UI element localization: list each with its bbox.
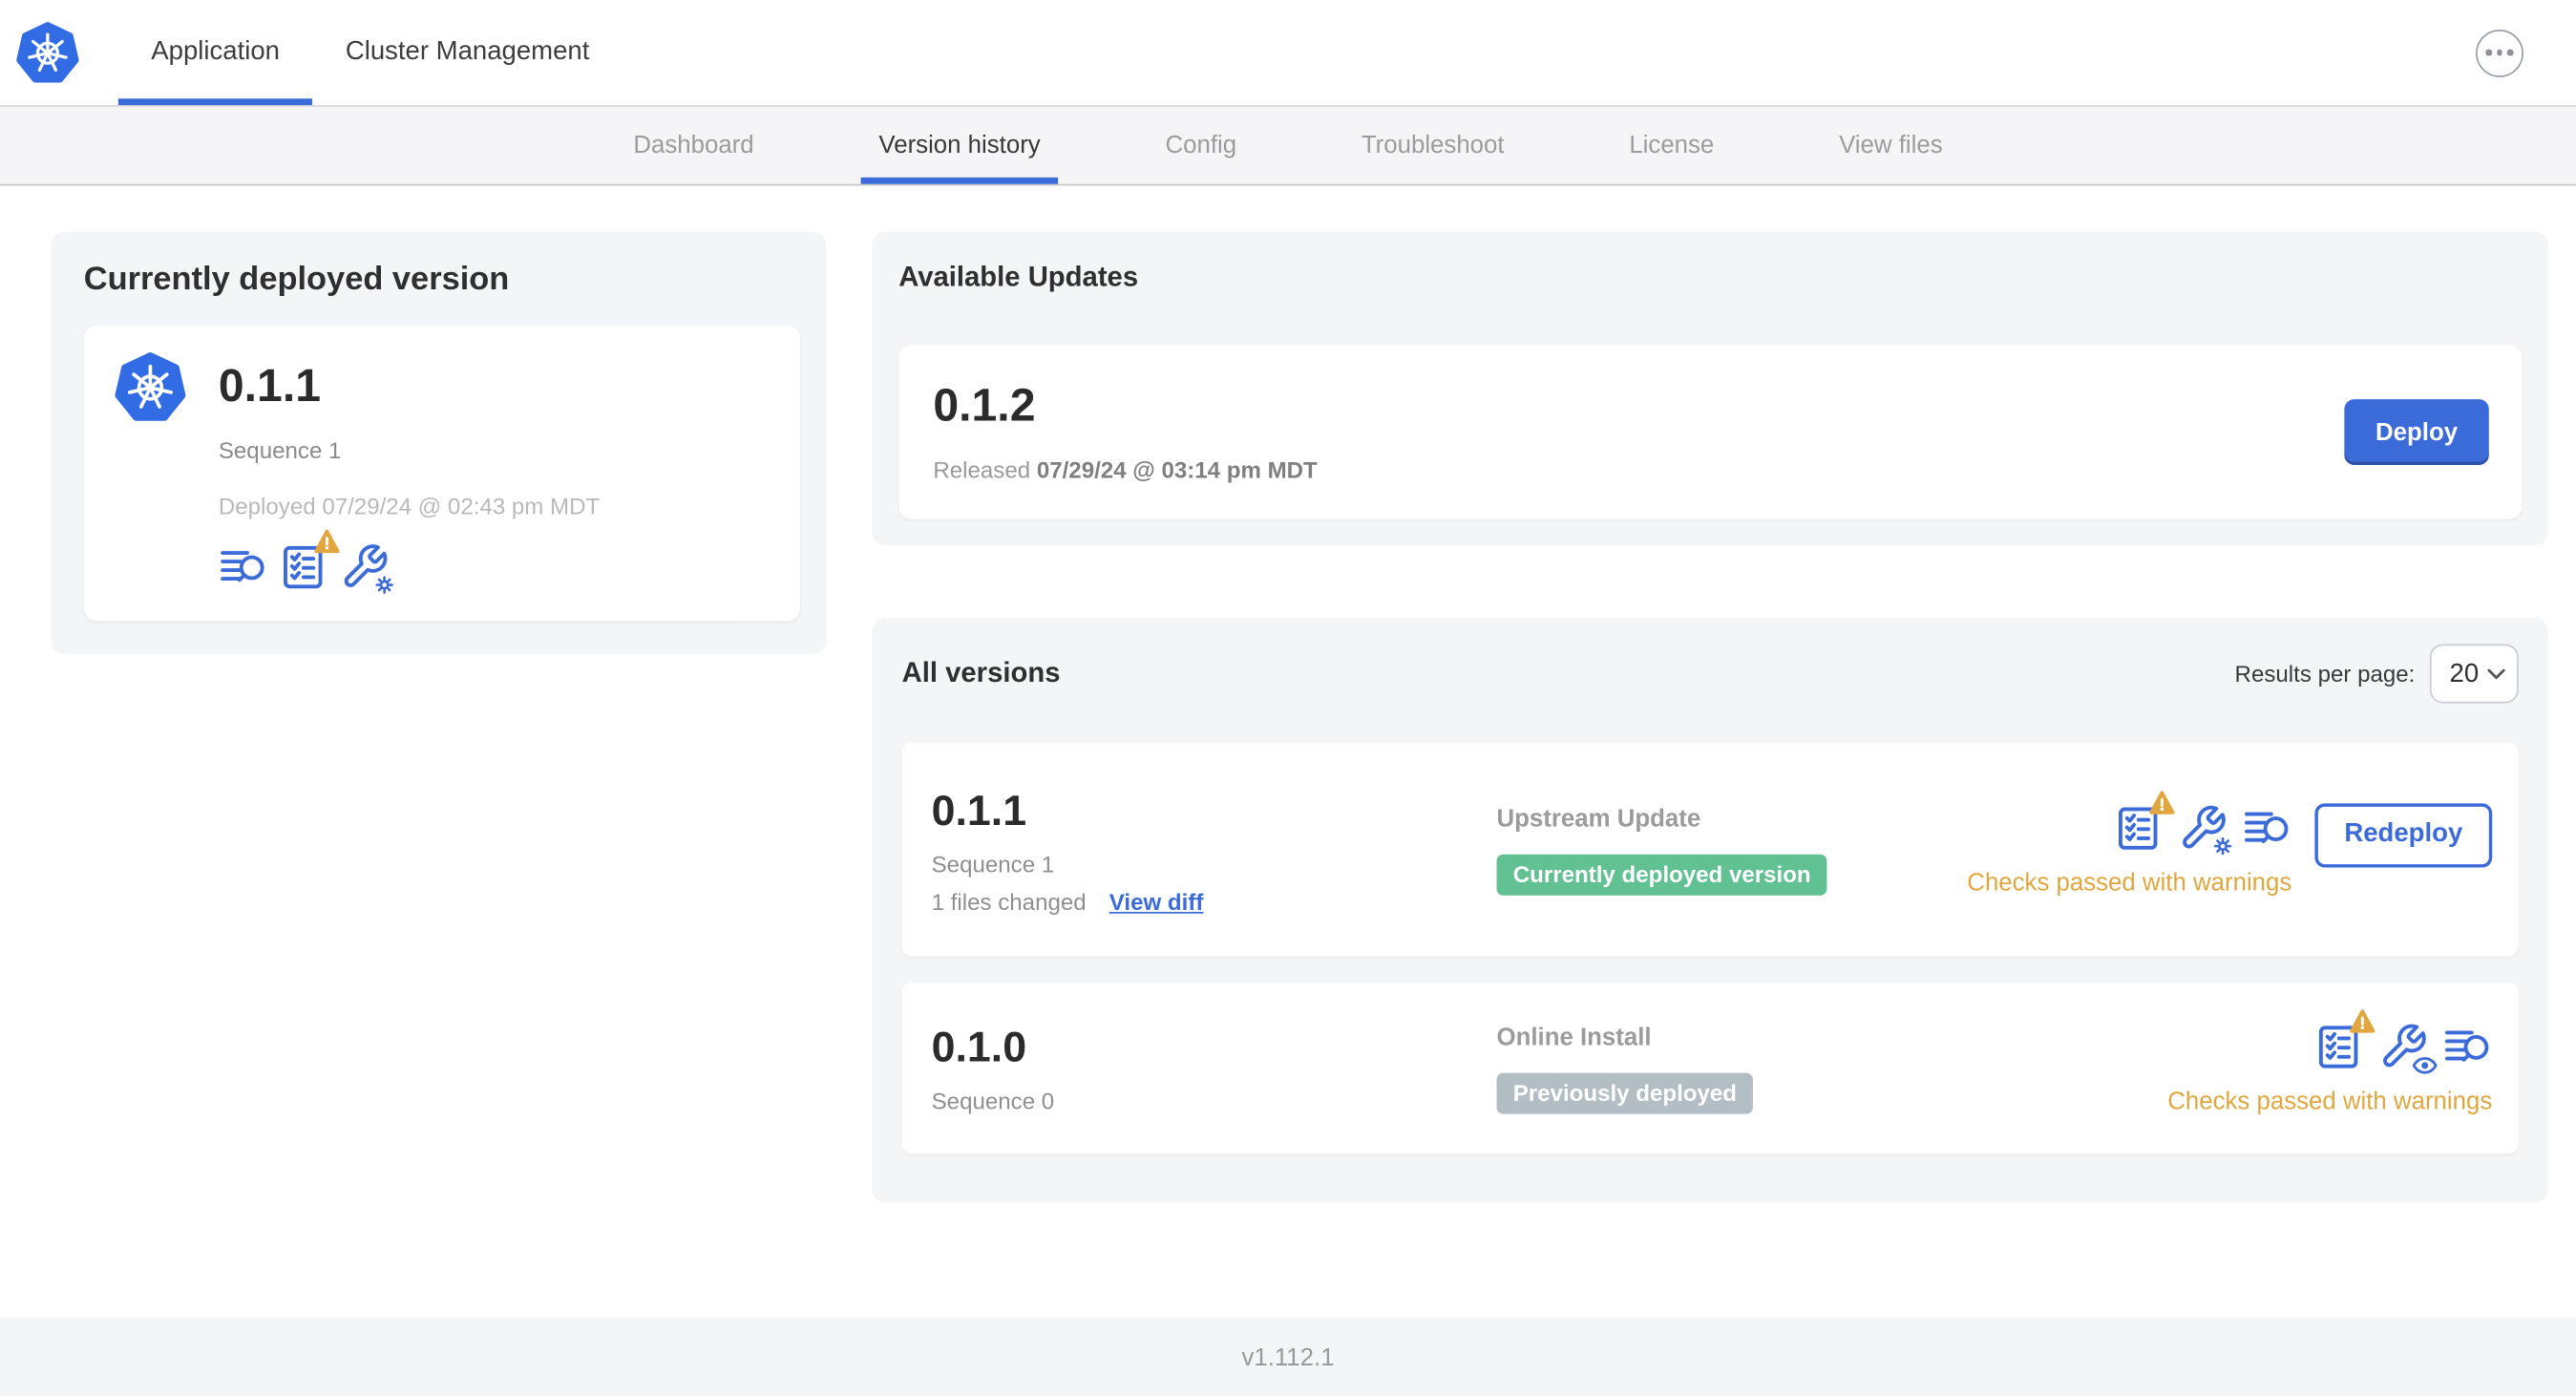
sequence-label: Sequence 1 bbox=[931, 850, 1055, 877]
tab-dashboard[interactable]: Dashboard bbox=[622, 107, 765, 184]
diff-logs-icon[interactable] bbox=[219, 542, 268, 592]
tab-config[interactable]: Config bbox=[1153, 107, 1248, 184]
version-source: Upstream Update Currently deployed versi… bbox=[1496, 804, 1968, 895]
available-updates-title: Available Updates bbox=[898, 261, 1139, 293]
tab-application[interactable]: Application bbox=[117, 0, 313, 106]
deployed-version-number: 0.1.1 bbox=[218, 359, 322, 412]
config-wrench-gear-icon[interactable] bbox=[340, 542, 393, 594]
checks-status: Checks passed with warnings bbox=[2167, 1087, 2493, 1115]
version-actions: Checks passed with warnings bbox=[2167, 1008, 2493, 1115]
preflight-checks-warning-icon[interactable] bbox=[2114, 790, 2175, 853]
config-wrench-eye-icon[interactable] bbox=[2379, 1021, 2438, 1073]
version-info: 0.1.1 Sequence 1 1 files changed View di… bbox=[932, 785, 1497, 915]
footer: v1.112.1 bbox=[0, 1317, 2576, 1396]
tab-version-history[interactable]: Version history bbox=[860, 107, 1060, 184]
gear-icon bbox=[2213, 836, 2232, 855]
top-bar: Application Cluster Management bbox=[0, 0, 2576, 107]
tab-license[interactable]: License bbox=[1617, 107, 1725, 184]
update-version-number: 0.1.2 bbox=[933, 379, 1036, 431]
redeploy-button[interactable]: Redeploy bbox=[2314, 802, 2493, 867]
status-badge: Currently deployed version bbox=[1496, 853, 1827, 895]
ellipsis-icon bbox=[2485, 50, 2514, 56]
version-number: 0.1.1 bbox=[931, 784, 1027, 835]
main-content: Currently deployed version 0.1.1 Sequenc… bbox=[0, 185, 2576, 1203]
checks-status: Checks passed with warnings bbox=[1967, 868, 2292, 897]
app-subnav: Dashboard Version history Config Trouble… bbox=[0, 106, 2576, 186]
view-diff-link[interactable]: View diff bbox=[1109, 888, 1204, 915]
deployed-timestamp: Deployed 07/29/24 @ 02:43 pm MDT bbox=[218, 493, 601, 519]
kubernetes-logo bbox=[16, 18, 78, 87]
tab-cluster-management[interactable]: Cluster Management bbox=[312, 0, 622, 105]
results-per-page-label: Results per page: bbox=[2234, 660, 2416, 687]
deploy-button[interactable]: Deploy bbox=[2344, 399, 2489, 465]
diff-logs-icon[interactable] bbox=[2443, 1021, 2493, 1070]
currently-deployed-card: Currently deployed version 0.1.1 Sequenc… bbox=[51, 231, 827, 654]
all-versions-header: All versions Results per page: 20 bbox=[901, 644, 2519, 704]
update-released-timestamp: Released 07/29/24 @ 03:14 pm MDT bbox=[933, 456, 1318, 483]
all-versions-card: All versions Results per page: 20 0.1.1 … bbox=[872, 617, 2548, 1203]
more-menu-button[interactable] bbox=[2476, 29, 2523, 77]
version-source: Online Install Previously deployed bbox=[1496, 1023, 2168, 1113]
preflight-checks-warning-icon[interactable] bbox=[2314, 1008, 2375, 1070]
config-wrench-gear-icon[interactable] bbox=[2179, 803, 2232, 855]
sequence-label: Sequence 0 bbox=[931, 1088, 1055, 1114]
deployed-sequence-label: Sequence 1 bbox=[218, 436, 342, 464]
version-actions: Checks passed with warnings Redeploy bbox=[1967, 790, 2493, 897]
right-column: Available Updates 0.1.2 Released 07/29/2… bbox=[872, 231, 2548, 1203]
files-changed-label: 1 files changed bbox=[931, 888, 1087, 915]
source-label: Upstream Update bbox=[1496, 804, 1701, 833]
warning-triangle-icon bbox=[2149, 790, 2175, 814]
kubernetes-app-icon bbox=[115, 349, 185, 426]
deployed-version-box: 0.1.1 Sequence 1 Deployed 07/29/24 @ 02:… bbox=[83, 325, 800, 622]
available-updates-card: Available Updates 0.1.2 Released 07/29/2… bbox=[872, 231, 2548, 546]
diff-logs-icon[interactable] bbox=[2243, 803, 2292, 853]
warning-triangle-icon bbox=[2350, 1008, 2375, 1032]
preflight-checks-warning-icon[interactable] bbox=[280, 529, 340, 592]
deployed-version-actions bbox=[219, 529, 600, 594]
results-per-page: Results per page: 20 bbox=[2234, 644, 2519, 704]
tab-application-label: Application bbox=[151, 37, 280, 66]
status-badge: Previously deployed bbox=[1496, 1071, 1754, 1113]
footer-version: v1.112.1 bbox=[1241, 1343, 1335, 1371]
results-per-page-select[interactable]: 20 bbox=[2429, 644, 2519, 704]
tab-troubleshoot[interactable]: Troubleshoot bbox=[1350, 107, 1516, 184]
source-label: Online Install bbox=[1496, 1023, 1652, 1051]
all-versions-title: All versions bbox=[901, 657, 1061, 688]
gear-icon bbox=[375, 576, 393, 594]
update-row: 0.1.2 Released 07/29/24 @ 03:14 pm MDT D… bbox=[898, 345, 2523, 519]
warning-triangle-icon bbox=[314, 529, 340, 554]
version-row-0-1-0: 0.1.0 Sequence 0 Online Install Previous… bbox=[901, 982, 2519, 1153]
version-number: 0.1.0 bbox=[931, 1022, 1027, 1071]
version-info: 0.1.0 Sequence 0 bbox=[932, 1022, 1497, 1113]
tab-cluster-management-label: Cluster Management bbox=[345, 37, 590, 66]
currently-deployed-title: Currently deployed version bbox=[83, 261, 510, 298]
version-row-0-1-1: 0.1.1 Sequence 1 1 files changed View di… bbox=[901, 742, 2519, 957]
eye-icon bbox=[2412, 1056, 2438, 1073]
tab-view-files[interactable]: View files bbox=[1827, 107, 1954, 184]
